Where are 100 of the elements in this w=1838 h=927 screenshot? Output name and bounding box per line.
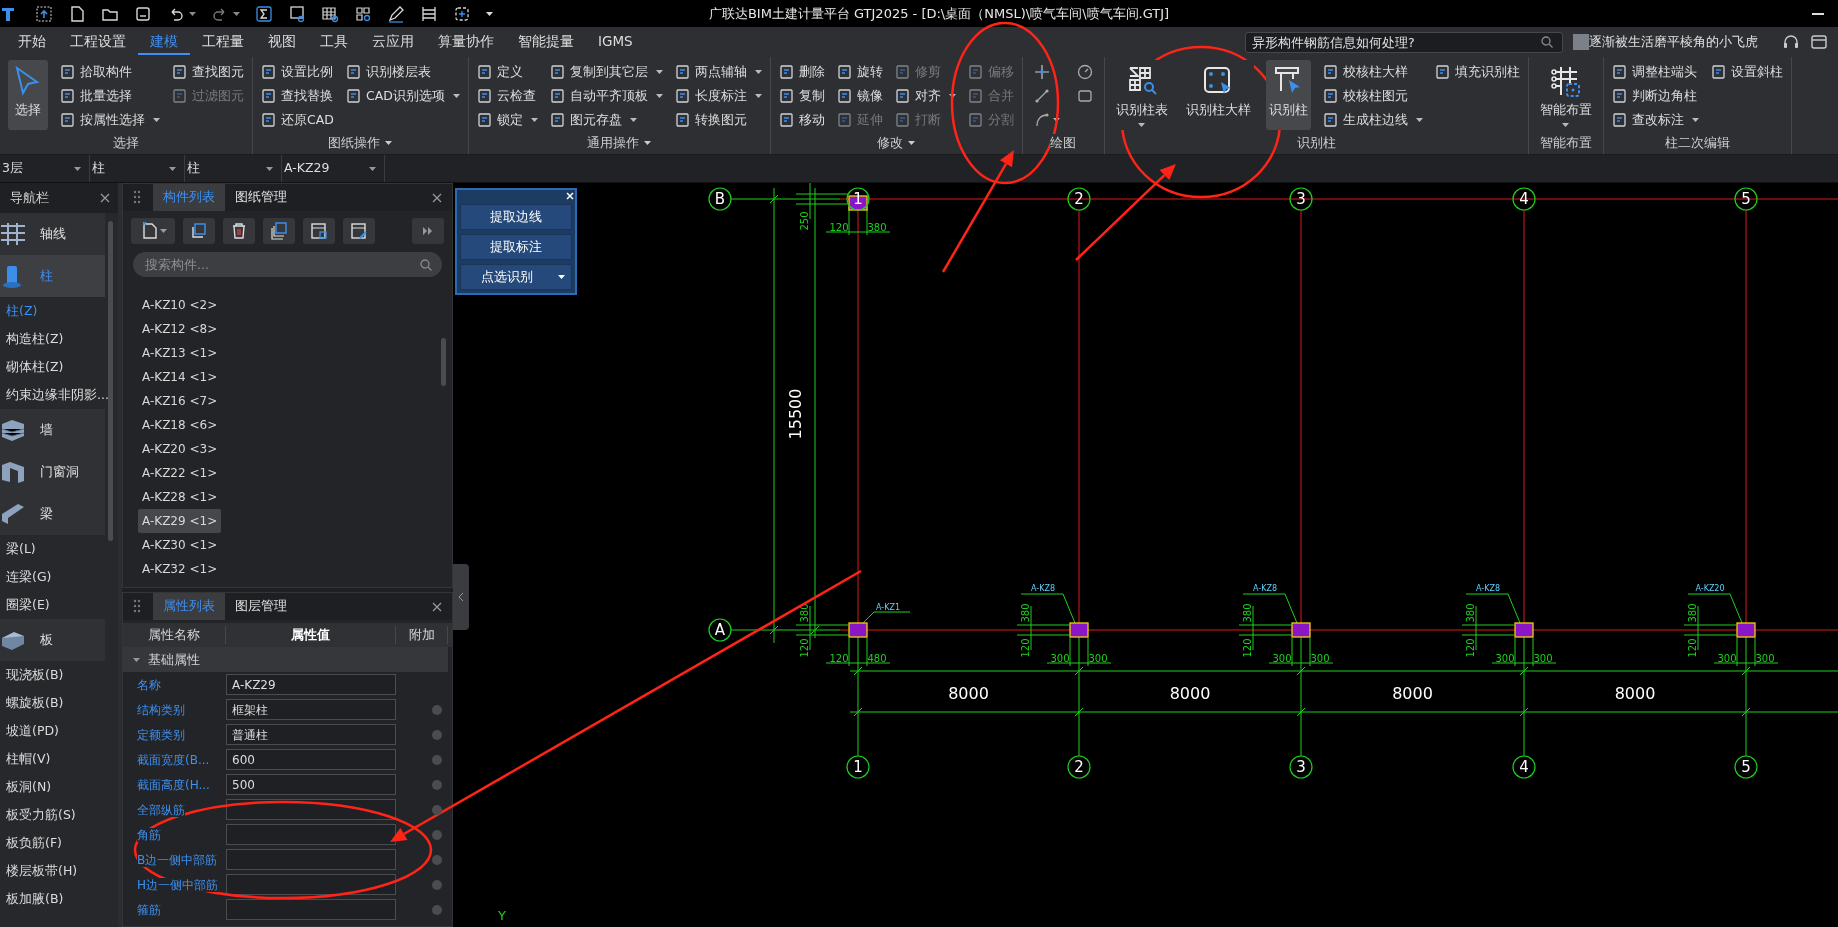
navigation-item[interactable]: 砌体柱(Z) [0, 353, 105, 381]
scrollbar-thumb[interactable] [441, 338, 446, 386]
navigation-item[interactable]: 板洞(N) [0, 773, 105, 801]
extra-checkbox[interactable] [432, 779, 442, 790]
table-search-icon[interactable] [321, 4, 339, 23]
ribbon-button[interactable]: 设置斜柱 [1710, 62, 1783, 82]
window-icon[interactable] [1810, 33, 1828, 51]
component-item[interactable]: A-KZ12 <8> [138, 317, 222, 341]
ribbon-button[interactable]: 判断边角柱 [1611, 86, 1699, 106]
toolbar-button[interactable] [183, 218, 215, 244]
navigation-item[interactable]: 板受力筋(S) [0, 801, 105, 829]
report-search-icon[interactable] [288, 4, 306, 23]
ribbon-button[interactable]: 定义 [476, 62, 538, 82]
ribbon-button[interactable]: 长度标注 [674, 86, 762, 106]
ribbon-button[interactable]: 两点辅轴 [674, 62, 762, 82]
component-item[interactable]: A-KZ10 <2> [138, 293, 222, 317]
toolbar-button[interactable] [343, 218, 375, 244]
ribbon-button[interactable]: 图元存盘 [549, 110, 663, 130]
component-item[interactable]: A-KZ20 <3> [138, 437, 222, 461]
menu-tab[interactable]: 工具 [308, 29, 360, 55]
ribbon-button[interactable]: 校核柱图元 [1322, 86, 1423, 106]
component-item[interactable]: A-KZ22 <1> [138, 461, 222, 485]
upload-icon[interactable] [35, 4, 53, 23]
extra-checkbox[interactable] [432, 879, 442, 890]
toolbar-button[interactable] [303, 218, 335, 244]
component-item[interactable]: A-KZ30 <1> [138, 533, 222, 557]
toolbar-button[interactable] [131, 218, 175, 244]
ribbon-button[interactable]: 识别楼层表 [345, 62, 460, 82]
recognition-button[interactable]: 提取标注 [460, 234, 572, 260]
ribbon-button[interactable]: 按属性选择 [60, 110, 160, 130]
extra-checkbox[interactable] [432, 704, 442, 715]
ribbon-button[interactable]: 对齐 [894, 86, 956, 106]
dropdown-field[interactable]: 柱 [185, 155, 282, 182]
navigation-item[interactable]: 螺旋板(B) [0, 689, 105, 717]
navigation-item[interactable]: 板加腋(B) [0, 885, 105, 913]
navigation-item[interactable]: 连梁(G) [0, 563, 105, 591]
navigation-item[interactable]: 柱帽(V) [0, 745, 105, 773]
ribbon-button[interactable]: 复制 [778, 86, 825, 106]
navigation-item[interactable]: 坡道(PD) [0, 717, 105, 745]
grid-search-icon[interactable] [354, 4, 372, 23]
ribbon-button[interactable]: 批量选择 [60, 86, 160, 106]
navigation-item[interactable]: 构造柱(Z) [0, 325, 105, 353]
property-value-field[interactable] [226, 899, 396, 920]
recognition-button[interactable]: 点选识别 [460, 264, 572, 290]
ribbon-large-button[interactable]: 识别柱 [1265, 60, 1311, 130]
property-value-field[interactable]: 普通柱 [226, 724, 396, 745]
property-value-field[interactable] [226, 849, 396, 870]
toolbar-button[interactable] [223, 218, 255, 244]
navigation-item[interactable]: 圈梁(E) [0, 591, 105, 619]
menu-tab[interactable]: 视图 [256, 29, 308, 55]
close-icon[interactable] [100, 193, 110, 203]
menu-tab[interactable]: 工程量 [190, 29, 256, 55]
minimize-button[interactable] [1812, 12, 1824, 15]
navigation-category[interactable]: 门窗洞 [0, 451, 105, 493]
extra-checkbox[interactable] [432, 729, 442, 740]
scrollbar-thumb[interactable] [108, 221, 113, 541]
component-item[interactable]: A-KZ18 <6> [138, 413, 222, 437]
ribbon-button[interactable]: CAD识别选项 [345, 86, 460, 106]
ribbon-button[interactable]: 查找替换 [261, 86, 334, 106]
dropdown-field[interactable]: 柱 [90, 155, 185, 182]
extra-checkbox[interactable] [432, 829, 442, 840]
property-value-field[interactable]: A-KZ29 [226, 674, 396, 695]
ribbon-large-button[interactable]: 选择 [8, 60, 48, 130]
menu-tab[interactable]: 智能提量 [506, 29, 586, 55]
menu-tab[interactable]: IGMS [586, 29, 645, 55]
property-value-field[interactable] [226, 824, 396, 845]
ribbon-button[interactable]: 校核柱大样 [1322, 62, 1423, 82]
navigation-item[interactable]: 楼层板带(H) [0, 857, 105, 885]
extra-checkbox[interactable] [432, 754, 442, 765]
property-value-field[interactable]: 500 [226, 774, 396, 795]
extra-checkbox[interactable] [432, 854, 442, 865]
navigation-category[interactable]: 板 [0, 619, 105, 661]
property-value-field[interactable]: 框架柱 [226, 699, 396, 720]
pen-icon[interactable] [387, 4, 405, 23]
menu-tab[interactable]: 算量协作 [426, 29, 506, 55]
component-search-field[interactable]: 搜索构件... [133, 252, 442, 277]
ribbon-button[interactable]: 转换图元 [674, 110, 762, 130]
ribbon-button[interactable]: 查改标注 [1611, 110, 1699, 130]
menu-tab[interactable]: 云应用 [360, 29, 426, 55]
ribbon-button[interactable]: 镜像 [836, 86, 883, 106]
expanded-caret-icon[interactable] [133, 657, 140, 662]
navigation-category[interactable]: 轴线 [0, 213, 105, 255]
component-item[interactable]: A-KZ16 <7> [138, 389, 222, 413]
toolbar-button[interactable] [263, 218, 295, 244]
menu-tab[interactable]: 开始 [6, 29, 58, 55]
navigation-category[interactable]: 梁 [0, 493, 105, 535]
component-item[interactable]: A-KZ28 <1> [138, 485, 222, 509]
ribbon-button[interactable]: 拾取构件 [60, 62, 160, 82]
panel-tab[interactable]: 图纸管理 [225, 184, 297, 211]
sigma-icon[interactable] [255, 4, 273, 23]
ribbon-button[interactable]: 旋转 [836, 62, 883, 82]
dropdown-field[interactable]: A-KZ29 [282, 155, 385, 182]
ribbon-button[interactable]: 锁定 [476, 110, 538, 130]
ribbon-button[interactable]: 自动平齐顶板 [549, 86, 663, 106]
panel-tab[interactable]: 图层管理 [225, 593, 297, 620]
navigation-item[interactable]: 柱(Z) [0, 297, 105, 325]
ribbon-button[interactable]: 设置比例 [261, 62, 334, 82]
ribbon-button[interactable]: 复制到其它层 [549, 62, 663, 82]
toolbar-button[interactable] [412, 218, 444, 244]
navigation-item[interactable]: 现浇板(B) [0, 661, 105, 689]
